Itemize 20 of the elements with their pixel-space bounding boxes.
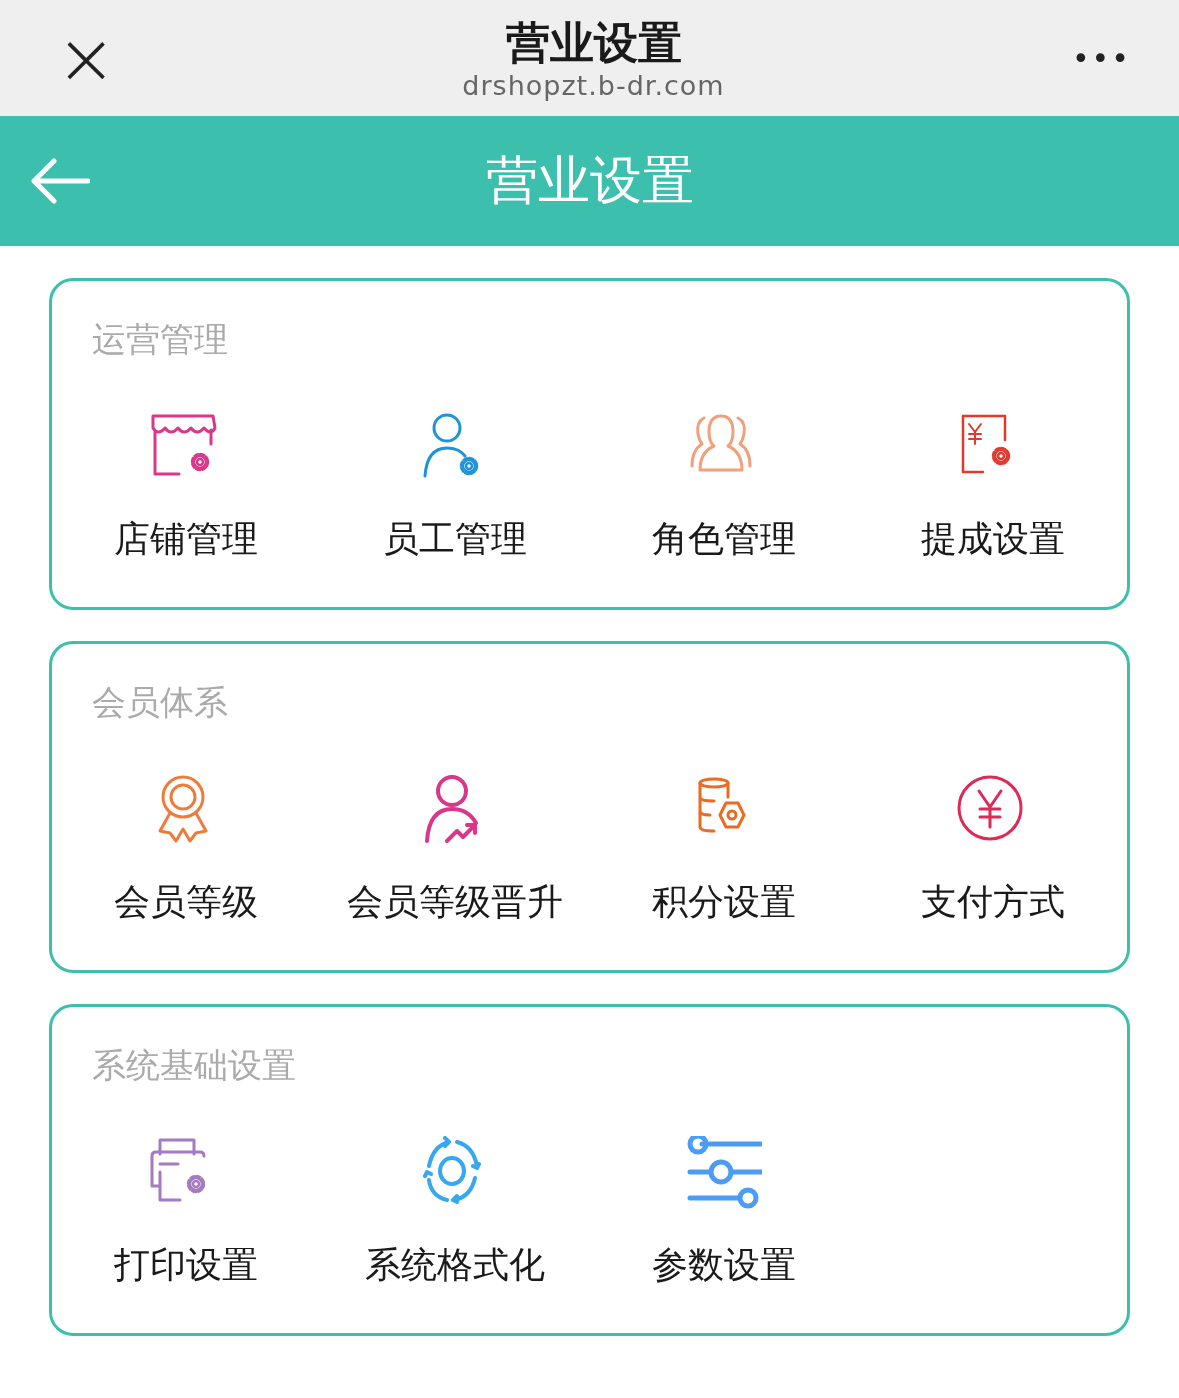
menu-item-label[interactable]: 系统格式化 xyxy=(365,1241,546,1290)
close-icon[interactable]: × xyxy=(56,22,116,94)
menu-item-label[interactable]: 支付方式 xyxy=(920,878,1065,927)
page-title: 营业设置 xyxy=(505,15,682,70)
section-title: 系统基础设置 xyxy=(92,1044,296,1087)
menu-item-label[interactable]: 角色管理 xyxy=(651,515,796,564)
menu-item-label[interactable]: 打印设置 xyxy=(114,1241,259,1290)
menu-item-label[interactable]: 会员等级晋升 xyxy=(347,878,564,927)
menu-item-label[interactable]: 积分设置 xyxy=(651,878,796,927)
menu-item-label[interactable]: 提成设置 xyxy=(920,515,1065,564)
section-title: 会员体系 xyxy=(92,681,228,724)
section-title: 运营管理 xyxy=(92,318,228,361)
menu-item-label[interactable]: 员工管理 xyxy=(383,515,528,564)
menu-item-label[interactable]: 参数设置 xyxy=(651,1241,796,1290)
back-icon[interactable] xyxy=(30,158,90,204)
menu-item-label[interactable]: 店铺管理 xyxy=(114,515,259,564)
more-icon[interactable]: ••• xyxy=(1071,40,1131,76)
menu-item-label[interactable]: 会员等级 xyxy=(114,878,259,927)
page-url: drshopzt.b-dr.com xyxy=(462,69,725,101)
header-title: 营业设置 xyxy=(485,149,694,212)
